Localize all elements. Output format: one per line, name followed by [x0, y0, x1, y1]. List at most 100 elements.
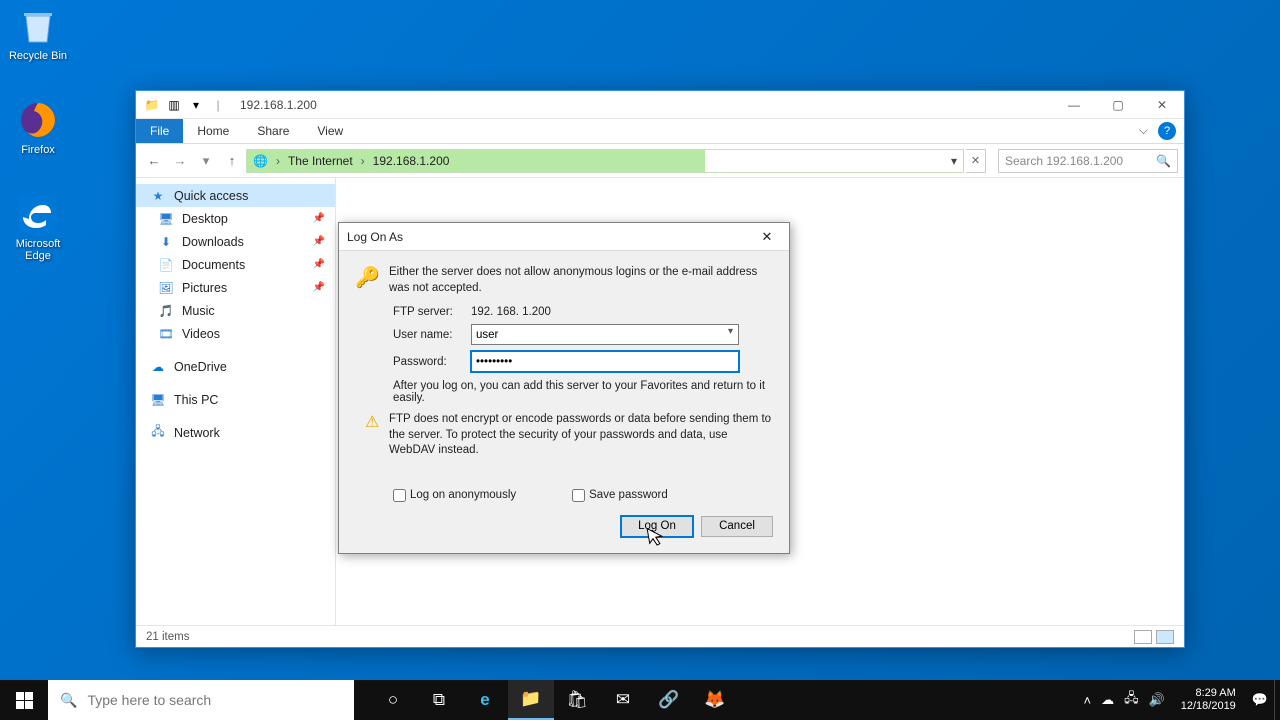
sidebar-item-documents[interactable]: 📄 Documents 📌	[136, 253, 335, 276]
navigation-pane: ★ Quick access 🖥 Desktop 📌 ⬇ Downloads 📌 📄 Do…	[136, 178, 336, 625]
tray-chevron-icon[interactable]: ˄	[1083, 693, 1091, 708]
sidebar-item-downloads[interactable]: ⬇ Downloads 📌	[136, 230, 335, 253]
favorites-note: After you log on, you can add this serve…	[393, 380, 773, 404]
tray-network-icon[interactable]: 🖧	[1124, 689, 1139, 711]
tray-volume-icon[interactable]: 🔊	[1149, 692, 1165, 708]
address-dropdown-icon[interactable]: ▾	[945, 154, 963, 168]
sidebar-item-label: Music	[182, 304, 215, 318]
app-icon: 📁	[144, 97, 160, 113]
sidebar-item-label: Downloads	[182, 235, 244, 249]
taskbar-search[interactable]: 🔍 Type here to search	[48, 680, 354, 720]
desktop-icon-label: Firefox	[2, 144, 74, 156]
firefox-icon	[18, 100, 58, 140]
dialog-close-button[interactable]: ✕	[753, 227, 781, 247]
recent-dropdown[interactable]: ▾	[194, 149, 218, 173]
pc-icon: 🖥	[150, 392, 166, 408]
pin-icon: 📌	[313, 236, 325, 247]
sidebar-item-label: Network	[174, 426, 220, 440]
sidebar-item-desktop[interactable]: 🖥Desktop📌	[136, 207, 335, 230]
anonymous-checkbox[interactable]: Log on anonymously	[393, 489, 516, 502]
document-icon: 📄	[158, 257, 174, 273]
view-details-button[interactable]	[1134, 630, 1152, 644]
dialog-title: Log On As	[347, 230, 403, 244]
sidebar-item-label: Videos	[182, 327, 220, 341]
network-icon: 🖧	[150, 425, 166, 441]
taskbar-taskview[interactable]: ⧉	[416, 680, 462, 720]
titlebar: 📁 ▥ ▾ | 192.168.1.200 — ▢ ✕	[136, 91, 1184, 119]
pin-icon: 📌	[313, 259, 325, 270]
search-input[interactable]: Search 192.168.1.200 🔍	[998, 149, 1178, 173]
qat-properties-icon[interactable]: ▥	[166, 97, 182, 113]
ribbon-expand-icon[interactable]: ⌵	[1129, 119, 1158, 143]
taskbar-mail[interactable]: ✉	[600, 680, 646, 720]
password-label: Password:	[393, 356, 471, 368]
pin-icon: 📌	[313, 213, 325, 224]
logon-dialog: Log On As ✕ 🔑 Either the server does not…	[338, 222, 790, 554]
pin-icon: 📌	[313, 282, 325, 293]
window-title: 192.168.1.200	[240, 98, 317, 112]
address-bar[interactable]: 🌐 › The Internet › 192.168.1.200 ▾	[246, 149, 964, 173]
edge-icon	[18, 194, 58, 234]
desktop-icon-recycle-bin[interactable]: Recycle Bin	[2, 6, 74, 62]
taskbar-explorer[interactable]: 📁	[508, 680, 554, 720]
desktop-icon-label: Microsoft Edge	[2, 238, 74, 262]
taskbar-firefox[interactable]: 🦊	[692, 680, 738, 720]
forward-button[interactable]: →	[168, 149, 192, 173]
tray-notifications-icon[interactable]: 💬	[1252, 692, 1268, 708]
password-input[interactable]	[471, 351, 739, 372]
search-placeholder: Search 192.168.1.200	[1005, 154, 1123, 168]
ribbon-tab-view[interactable]: View	[303, 119, 357, 143]
sidebar-item-videos[interactable]: 🎞 Videos	[136, 322, 335, 345]
logon-button[interactable]: Log On	[621, 516, 693, 537]
sidebar-item-music[interactable]: 🎵Music	[136, 299, 335, 322]
sidebar-item-label: This PC	[174, 393, 218, 407]
close-button[interactable]: ✕	[1140, 91, 1184, 119]
sidebar-item-label: Quick access	[174, 189, 248, 203]
taskbar-store[interactable]: 🛍	[554, 680, 600, 720]
sidebar-item-pictures[interactable]: 🖼 Pictures 📌	[136, 276, 335, 299]
back-button[interactable]: ←	[142, 149, 166, 173]
show-desktop-button[interactable]	[1274, 680, 1280, 720]
desktop-icon-edge[interactable]: Microsoft Edge	[2, 194, 74, 262]
anonymous-checkbox-input[interactable]	[393, 489, 406, 502]
taskbar-app[interactable]: 🔗	[646, 680, 692, 720]
save-password-checkbox-input[interactable]	[572, 489, 585, 502]
desktop-icon-firefox[interactable]: Firefox	[2, 100, 74, 156]
taskbar-edge[interactable]: e	[462, 680, 508, 720]
minimize-button[interactable]: —	[1052, 91, 1096, 119]
sidebar-item-onedrive[interactable]: ☁OneDrive	[136, 355, 335, 378]
pictures-icon: 🖼	[158, 280, 174, 296]
username-input[interactable]	[471, 324, 739, 345]
save-password-checkbox[interactable]: Save password	[572, 489, 668, 502]
tray-clock[interactable]: 8:29 AM 12/18/2019	[1175, 687, 1242, 712]
ribbon: File Home Share View ⌵ ?	[136, 119, 1184, 144]
ribbon-tab-share[interactable]: Share	[243, 119, 303, 143]
stop-refresh-button[interactable]: ✕	[966, 149, 986, 173]
download-icon: ⬇	[158, 234, 174, 250]
cancel-button[interactable]: Cancel	[701, 516, 773, 537]
maximize-button[interactable]: ▢	[1096, 91, 1140, 119]
sidebar-item-this-pc[interactable]: 🖥 This PC	[136, 388, 335, 411]
system-tray: ˄ ☁ 🖧 🔊 8:29 AM 12/18/2019 💬	[1077, 680, 1274, 720]
sidebar-item-label: Documents	[182, 258, 245, 272]
sidebar-item-label: Pictures	[182, 281, 227, 295]
sidebar-item-network[interactable]: 🖧 Network	[136, 421, 335, 444]
sidebar-item-quick-access[interactable]: ★ Quick access	[136, 184, 335, 207]
sidebar-item-label: Desktop	[182, 212, 228, 226]
start-button[interactable]	[0, 680, 48, 720]
breadcrumb[interactable]: The Internet	[282, 154, 359, 168]
breadcrumb[interactable]: 192.168.1.200	[367, 154, 456, 168]
tray-onedrive-icon[interactable]: ☁	[1101, 692, 1114, 708]
search-icon: 🔍	[1156, 154, 1171, 168]
chevron-right-icon: ›	[359, 154, 367, 168]
qat-newfolder-icon[interactable]: ▾	[188, 97, 204, 113]
video-icon: 🎞	[158, 326, 174, 342]
warning-text: FTP does not encrypt or encode passwords…	[389, 412, 773, 459]
up-button[interactable]: ↑	[220, 149, 244, 173]
ribbon-tab-home[interactable]: Home	[183, 119, 243, 143]
ribbon-tab-file[interactable]: File	[136, 119, 183, 143]
view-large-button[interactable]	[1156, 630, 1174, 644]
taskbar-cortana[interactable]: ○	[370, 680, 416, 720]
help-icon[interactable]: ?	[1158, 122, 1176, 140]
sidebar-item-label: OneDrive	[174, 360, 227, 374]
